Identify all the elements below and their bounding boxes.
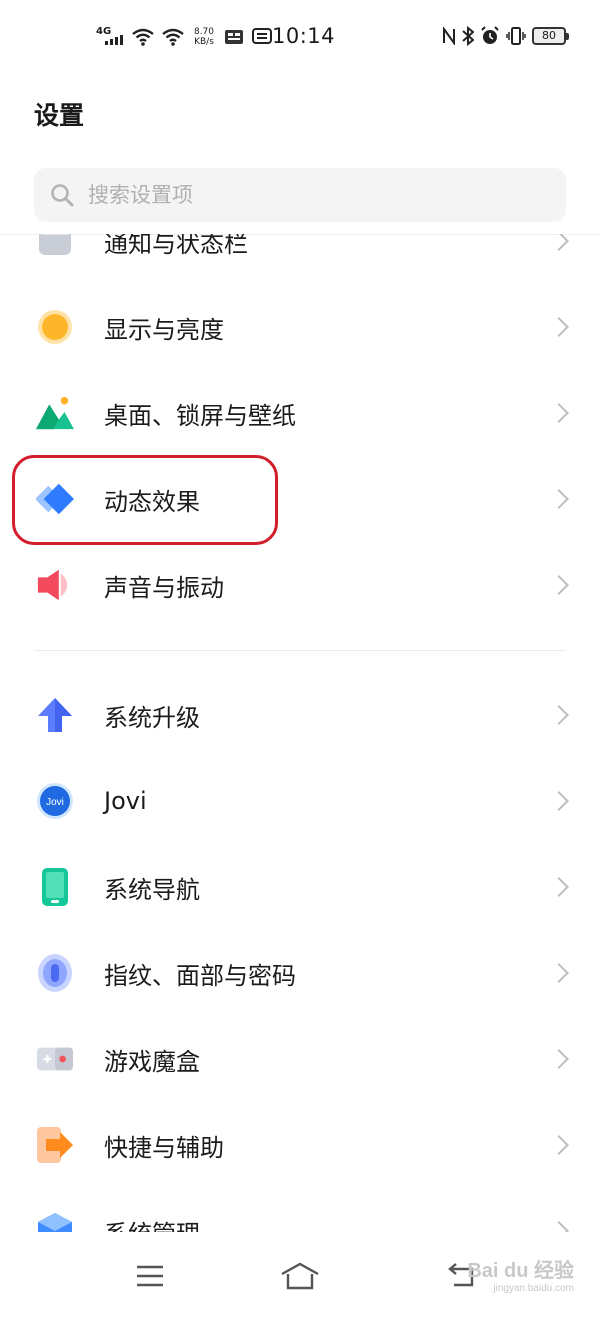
battery-indicator: 80	[532, 27, 569, 45]
settings-item-fingerprint[interactable]: 指纹、面部与密码	[0, 930, 600, 1016]
settings-item-wallpaper[interactable]: 桌面、锁屏与壁纸	[0, 370, 600, 456]
status-right: 80	[442, 26, 569, 46]
item-label: 系统升级	[104, 703, 200, 732]
settings-item-game-box[interactable]: 游戏魔盒	[0, 1016, 600, 1102]
settings-list[interactable]: 通知与状态栏 显示与亮度 桌面、锁屏与壁纸 动态效果 声音与振动 系统升级 Jo…	[0, 234, 600, 1234]
notification-icon	[36, 234, 74, 260]
baidu-watermark: Bai du 经验 jingyan.baidu.com	[467, 1254, 574, 1294]
home-button[interactable]	[270, 1256, 330, 1296]
settings-item-upgrade[interactable]: 系统升级	[0, 672, 600, 758]
upgrade-icon	[36, 696, 74, 734]
settings-item-jovi[interactable]: Jovi Jovi	[0, 758, 600, 844]
status-bar: 4G 8.70 KB/s 10:14 80	[0, 0, 600, 70]
sound-icon	[36, 566, 74, 604]
clock: 10:14	[272, 24, 336, 48]
network-speed: 8.70 KB/s	[192, 27, 216, 47]
jovi-icon: Jovi	[36, 782, 74, 820]
item-label: 系统管理	[104, 1219, 200, 1235]
chevron-right-icon	[549, 1049, 569, 1069]
alarm-icon	[481, 26, 499, 44]
item-label: Jovi	[104, 787, 147, 815]
wifi-icon-2	[162, 28, 184, 46]
item-label: 系统导航	[104, 875, 200, 904]
chevron-right-icon	[549, 963, 569, 983]
chevron-right-icon	[549, 575, 569, 595]
watermark-main: Bai du 经验	[467, 1260, 574, 1282]
bluetooth-icon	[462, 26, 474, 46]
settings-item-display[interactable]: 显示与亮度	[0, 284, 600, 370]
highlight-annotation	[12, 455, 278, 545]
item-label: 快捷与辅助	[104, 1133, 224, 1162]
speed-unit: KB/s	[194, 37, 214, 47]
page-title: 设置	[34, 101, 85, 130]
shortcut-icon	[36, 1126, 74, 1164]
wallpaper-icon	[36, 394, 74, 432]
status-left: 4G 8.70 KB/s	[96, 24, 272, 50]
navigation-icon	[36, 868, 74, 906]
item-label: 显示与亮度	[104, 315, 224, 344]
item-label: 指纹、面部与密码	[104, 961, 296, 990]
cellular-signal-icon: 4G	[96, 27, 124, 47]
message-app-icon	[252, 28, 272, 44]
search-icon	[51, 184, 74, 207]
system-manage-icon	[36, 1212, 74, 1234]
item-label: 声音与振动	[104, 573, 224, 602]
fingerprint-icon	[36, 954, 74, 992]
menu-button[interactable]	[120, 1256, 180, 1296]
section-divider	[34, 650, 566, 651]
menu-icon	[137, 1265, 163, 1287]
chevron-right-icon	[549, 791, 569, 811]
jovi-icon-text: Jovi	[46, 797, 64, 808]
nfc-icon	[443, 27, 455, 45]
chevron-right-icon	[549, 317, 569, 337]
chevron-right-icon	[549, 234, 569, 251]
brightness-icon	[36, 308, 74, 346]
item-label: 桌面、锁屏与壁纸	[104, 401, 296, 430]
settings-item-system-manage[interactable]: 系统管理	[0, 1188, 600, 1234]
settings-item-sound[interactable]: 声音与振动	[0, 542, 600, 628]
chevron-right-icon	[549, 403, 569, 423]
chevron-right-icon	[549, 877, 569, 897]
search-bar[interactable]	[34, 168, 566, 222]
home-icon	[281, 1262, 319, 1290]
settings-item-notification[interactable]: 通知与状态栏	[0, 234, 600, 284]
settings-item-shortcut[interactable]: 快捷与辅助	[0, 1102, 600, 1188]
search-input[interactable]	[88, 183, 528, 207]
chevron-right-icon	[549, 489, 569, 509]
watermark-sub: jingyan.baidu.com	[493, 1283, 574, 1294]
vibrate-icon	[506, 27, 526, 45]
news-app-icon	[225, 30, 243, 44]
wifi-icon	[132, 28, 154, 46]
settings-item-navigation[interactable]: 系统导航	[0, 844, 600, 930]
game-box-icon	[36, 1040, 74, 1078]
chevron-right-icon	[549, 705, 569, 725]
item-label: 游戏魔盒	[104, 1047, 200, 1076]
speed-value: 8.70	[193, 27, 215, 37]
chevron-right-icon	[549, 1135, 569, 1155]
item-label: 通知与状态栏	[104, 234, 248, 258]
